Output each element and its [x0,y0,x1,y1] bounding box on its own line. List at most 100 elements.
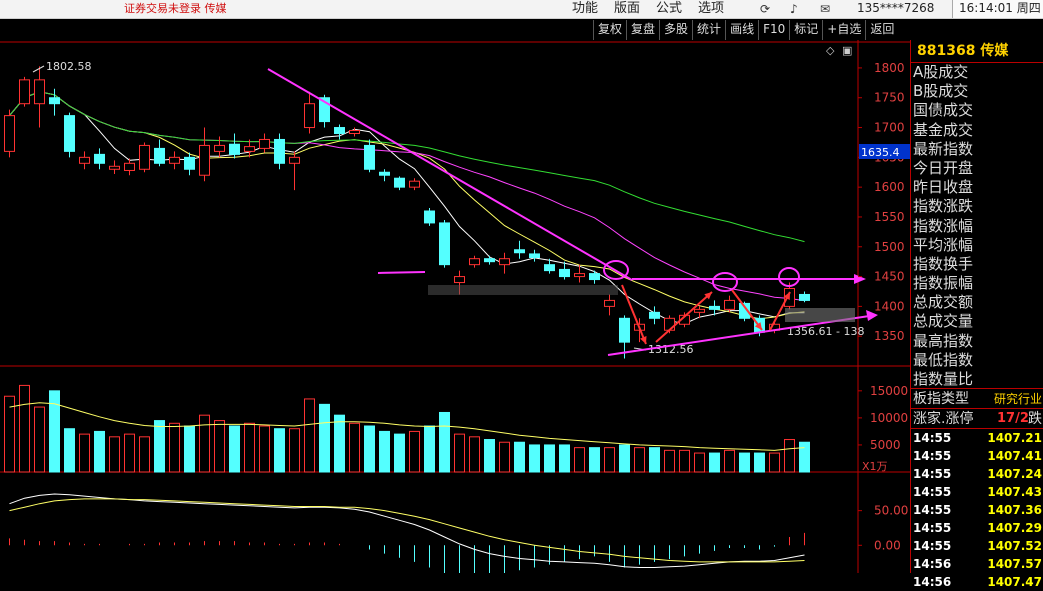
price-tick-label: 1500 [874,240,905,254]
tick-time: 14:55 [913,431,952,445]
stock-name: 传媒 [980,43,1009,59]
toolbar-draw-button[interactable]: 画线 [725,20,758,40]
price-tick-label: 1750 [874,91,905,105]
tick-time: 14:55 [913,485,952,499]
volume-bar [499,441,510,473]
price-tick-label: 1350 [874,329,905,343]
candle-body [184,156,195,170]
volume-bar [169,422,180,473]
quote-field-12: 总成交额 [913,293,974,312]
account-id[interactable]: 135****7268 [857,0,934,17]
volume-bar [64,428,75,473]
volume-bar [4,395,15,473]
toolbar-f10-button[interactable]: F10 [758,20,789,40]
candle-body [709,305,720,310]
quote-field-14: 最高指数 [913,331,974,350]
toolbar-multi-button[interactable]: 多股 [659,20,692,40]
tick-list: 14:55 1407.21 14:55 1407.41 14:55 1407.24 14:5… [911,428,1043,589]
toolbar-watchlist-button[interactable]: +自选 [822,20,865,40]
volume-bar [469,436,480,473]
tick-row: 14:55 1407.43 [911,483,1043,501]
volume-bar [544,444,555,473]
candle-body [109,165,120,170]
volume-bar [514,441,525,473]
watermark-blur [785,308,855,322]
quote-field-15: 最低指数 [913,350,974,369]
index-type-row: 板指类型 研究行业 [911,388,1043,409]
candle-body [4,115,15,152]
refresh-icon[interactable]: ⟳ [760,1,770,17]
stock-code: 881368 [917,43,976,59]
volume-bar [274,428,285,473]
ma5-line [9,91,805,325]
tick-price: 1407.24 [987,467,1042,481]
volume-bar [259,425,270,473]
volume-bar [154,420,165,473]
menu-options[interactable]: 选项 [698,0,724,17]
volume-bar [244,422,255,473]
menu-formula[interactable]: 公式 [656,0,682,17]
menu-function[interactable]: 功能 [572,0,598,17]
candle-body [289,156,300,164]
toolbar-back-button[interactable]: 返回 [865,20,898,40]
tick-price: 1407.36 [987,503,1042,517]
candle-body [409,180,420,188]
price-tick-label: 1800 [874,61,905,75]
menu-layout[interactable]: 版面 [614,0,640,17]
candle-body [349,130,360,135]
volume-bar [724,449,735,473]
candle-body [559,268,570,278]
red-arrow-up-1 [655,291,713,343]
red-arrow-down-2 [731,289,763,331]
mail-icon[interactable]: ✉ [820,1,830,17]
ma10-line [9,91,805,320]
toolbar-adjust-button[interactable]: 复权 [593,20,626,40]
stock-header[interactable]: 881368 传媒 [911,40,1043,63]
tick-row: 14:55 1407.36 [911,501,1043,519]
volume-bar [799,441,810,473]
quote-field-6: 昨日收盘 [913,178,974,197]
candle-body [64,115,75,152]
volume-bar [49,390,60,473]
toolbar-replay-button[interactable]: 复盘 [626,20,659,40]
candle-body [424,210,435,224]
quote-field-4: 最新指数 [913,139,974,158]
high-pointer [32,65,45,73]
volume-bar [109,436,120,473]
volume-bar [289,428,300,473]
volume-bar [304,398,315,473]
toolbar-mark-button[interactable]: 标记 [789,20,822,40]
candle-body [364,144,375,170]
candle-body [499,258,510,266]
candle-body [664,317,675,331]
candle-body [34,79,45,105]
quote-field-0: A股成交 [913,63,969,81]
volume-bar [229,425,240,473]
volume-bar [334,414,345,473]
volume-bar [784,439,795,473]
candle-body [589,273,600,281]
candle-body [469,258,480,266]
tick-row: 14:55 1407.52 [911,537,1043,555]
volume-bar [769,452,780,473]
candle-body [139,144,150,170]
candle-body [79,156,90,164]
volume-bar [319,403,330,473]
bell-icon[interactable]: ♪ [790,1,798,17]
candle-body [214,144,225,152]
volume-bar [664,449,675,473]
toolbar-stats-button[interactable]: 统计 [692,20,725,40]
limit-row: 涨家.涨停 17/2 跌 [911,408,1043,429]
volume-bar [409,430,420,473]
candle-body [394,177,405,188]
macd-dea-line [9,498,805,563]
quote-field-11: 指数振幅 [913,274,974,293]
volume-bar [529,444,540,473]
kline-chart[interactable]: 1802.581312.561356.61 - 138◇ ▣ 1800175017… [0,40,910,573]
candle-body [334,127,345,134]
candle-body [19,79,30,105]
macd-tick-label: 0.00 [874,538,901,552]
quote-panel: 881368 传媒 A股成交 B股成交 国债成交 基金成交 最新指数 今日开盘 昨日收盘 指数… [910,40,1043,589]
tick-time: 14:55 [913,467,952,481]
volume-bar [589,447,600,473]
